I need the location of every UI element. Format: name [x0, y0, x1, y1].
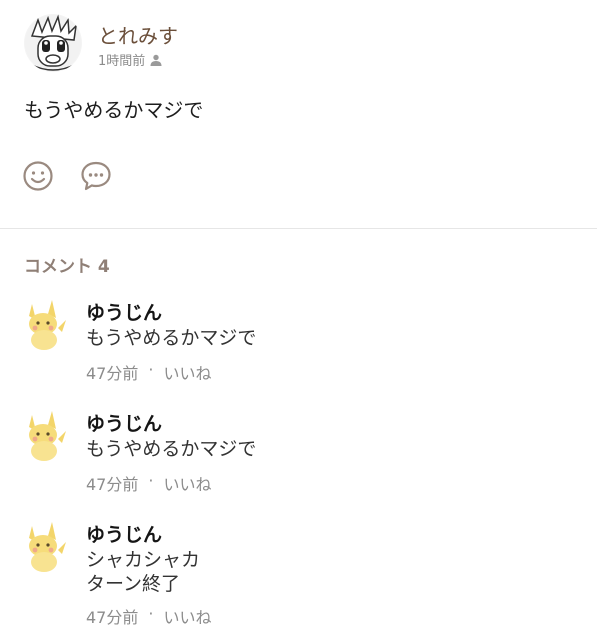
comment-meta: 47分前 · いいね: [86, 360, 211, 384]
post-time: 1時間前: [98, 54, 146, 69]
meta-separator: ·: [148, 360, 154, 379]
person-icon: [150, 54, 162, 66]
pikachu-avatar-icon: [29, 522, 66, 572]
comment-text: もうやめるかマジで: [86, 327, 257, 349]
comment-text: もうやめるかマジで: [86, 438, 257, 460]
pikachu-avatar-icon: [29, 300, 66, 350]
comment-button[interactable]: [80, 160, 112, 192]
commenter-name[interactable]: ゆうじん: [86, 520, 162, 547]
post-meta: 1時間前: [98, 50, 162, 69]
reaction-button[interactable]: [22, 160, 54, 192]
like-button[interactable]: いいね: [163, 471, 211, 495]
commenter-avatar[interactable]: [22, 520, 68, 572]
commenter-name[interactable]: ゆうじん: [86, 409, 162, 436]
commenter-avatar[interactable]: [22, 409, 68, 461]
post-body: もうやめるかマジで: [24, 98, 204, 122]
meta-separator: ·: [148, 471, 154, 490]
pikachu-avatar-icon: [29, 411, 66, 461]
avatar-face-icon: [25, 14, 81, 71]
comment-text: シャカシャカ ターン終了: [86, 549, 201, 595]
meta-separator: ·: [148, 604, 154, 623]
author-avatar[interactable]: [24, 14, 82, 72]
like-button[interactable]: いいね: [163, 604, 211, 628]
comment-item: ゆうじん もうやめるかマジで 47分前 · いいね: [22, 409, 582, 499]
comment-time: 47分前: [86, 364, 139, 383]
comment-meta: 47分前 · いいね: [86, 604, 211, 628]
comments-heading: コメント 4: [24, 257, 110, 277]
commenter-avatar[interactable]: [22, 298, 68, 350]
commenter-name[interactable]: ゆうじん: [86, 298, 162, 325]
section-divider: [0, 228, 597, 229]
smiley-icon: [23, 161, 53, 191]
comment-meta: 47分前 · いいね: [86, 471, 211, 495]
post-header: とれみす 1時間前: [24, 14, 584, 76]
post-action-bar: [22, 160, 112, 194]
comment-time: 47分前: [86, 475, 139, 494]
comment-time: 47分前: [86, 608, 139, 627]
comment-item: ゆうじん シャカシャカ ターン終了 47分前 · いいね: [22, 520, 582, 632]
author-name[interactable]: とれみす: [98, 20, 178, 49]
speech-bubble-icon: [81, 161, 111, 191]
like-button[interactable]: いいね: [163, 360, 211, 384]
comment-item: ゆうじん もうやめるかマジで 47分前 · いいね: [22, 298, 582, 388]
